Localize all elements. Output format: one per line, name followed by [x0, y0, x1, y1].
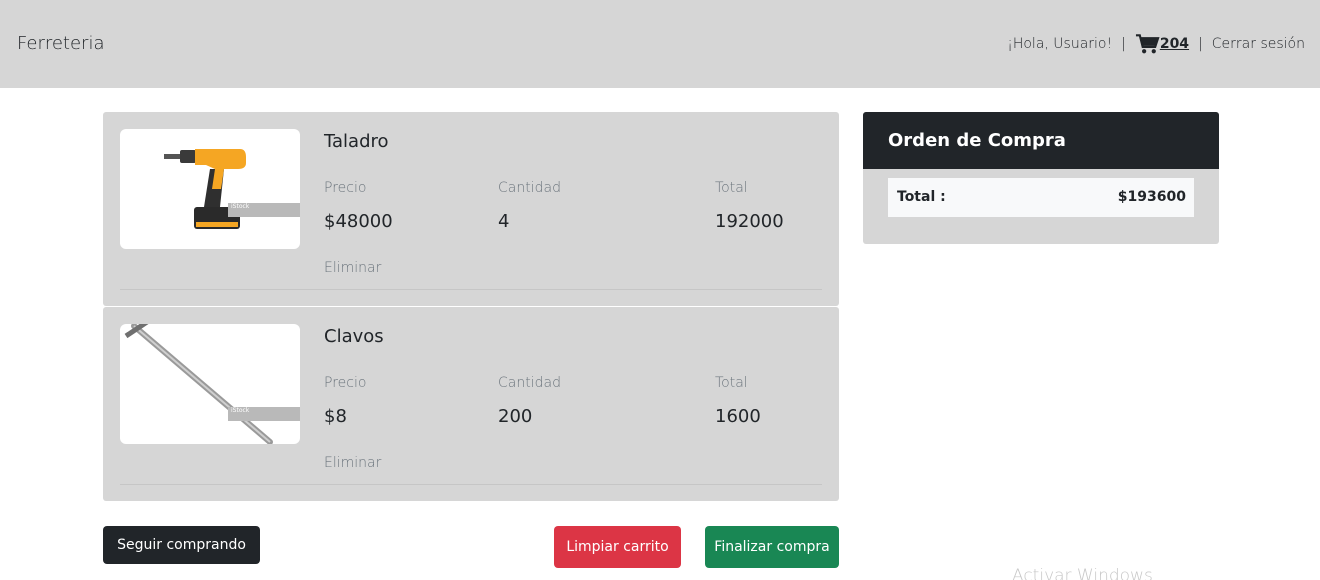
price-label: Precio — [324, 180, 367, 196]
image-caption: iStock — [228, 407, 300, 421]
quantity-label: Cantidad — [498, 180, 561, 196]
nav-right: ¡Hola, Usuario! | 204 | Cerrar sesión — [1007, 33, 1305, 55]
product-image: iStock — [120, 129, 300, 249]
continue-shopping-button[interactable]: Seguir comprando — [103, 526, 260, 564]
total-label: Total — [715, 375, 748, 391]
divider — [120, 289, 822, 290]
product-name: Clavos — [324, 326, 384, 347]
cart-count[interactable]: 204 — [1160, 36, 1189, 52]
brand[interactable]: Ferreteria — [17, 33, 105, 54]
cart-item: iStock Taladro Precio Cantidad Total $48… — [103, 112, 839, 306]
separator: | — [1198, 36, 1203, 52]
total-value: 1600 — [715, 406, 761, 427]
logout-link[interactable]: Cerrar sesión — [1212, 36, 1305, 52]
remove-item-link[interactable]: Eliminar — [324, 455, 381, 471]
quantity-value: 200 — [498, 406, 533, 427]
windows-activation-watermark: Activar Windows — [1012, 566, 1153, 580]
clear-cart-button[interactable]: Limpiar carrito — [554, 526, 681, 568]
order-title: Orden de Compra — [863, 112, 1219, 169]
price-label: Precio — [324, 375, 367, 391]
drill-image — [164, 149, 246, 229]
price-value: $8 — [324, 406, 347, 427]
quantity-label: Cantidad — [498, 375, 561, 391]
order-summary: Orden de Compra Total : $193600 — [863, 112, 1219, 244]
greeting: ¡Hola, Usuario! — [1007, 36, 1113, 52]
price-value: $48000 — [324, 211, 393, 232]
product-name: Taladro — [324, 131, 389, 152]
nail-image — [124, 324, 273, 444]
order-total-row: Total : $193600 — [888, 178, 1194, 217]
order-total-label: Total : — [897, 189, 946, 205]
navbar: Ferreteria ¡Hola, Usuario! | 204 | Cerra… — [0, 0, 1320, 88]
divider — [120, 484, 822, 485]
cart-icon[interactable] — [1135, 33, 1160, 55]
total-value: 192000 — [715, 211, 784, 232]
cart-item: iStock Clavos Precio Cantidad Total $8 2… — [103, 307, 839, 501]
total-label: Total — [715, 180, 748, 196]
quantity-value: 4 — [498, 211, 510, 232]
checkout-button[interactable]: Finalizar compra — [705, 526, 839, 568]
image-caption: iStock — [228, 203, 300, 217]
remove-item-link[interactable]: Eliminar — [324, 260, 381, 276]
product-image: iStock — [120, 324, 300, 444]
separator: | — [1121, 36, 1126, 52]
order-total-value: $193600 — [1117, 189, 1186, 205]
